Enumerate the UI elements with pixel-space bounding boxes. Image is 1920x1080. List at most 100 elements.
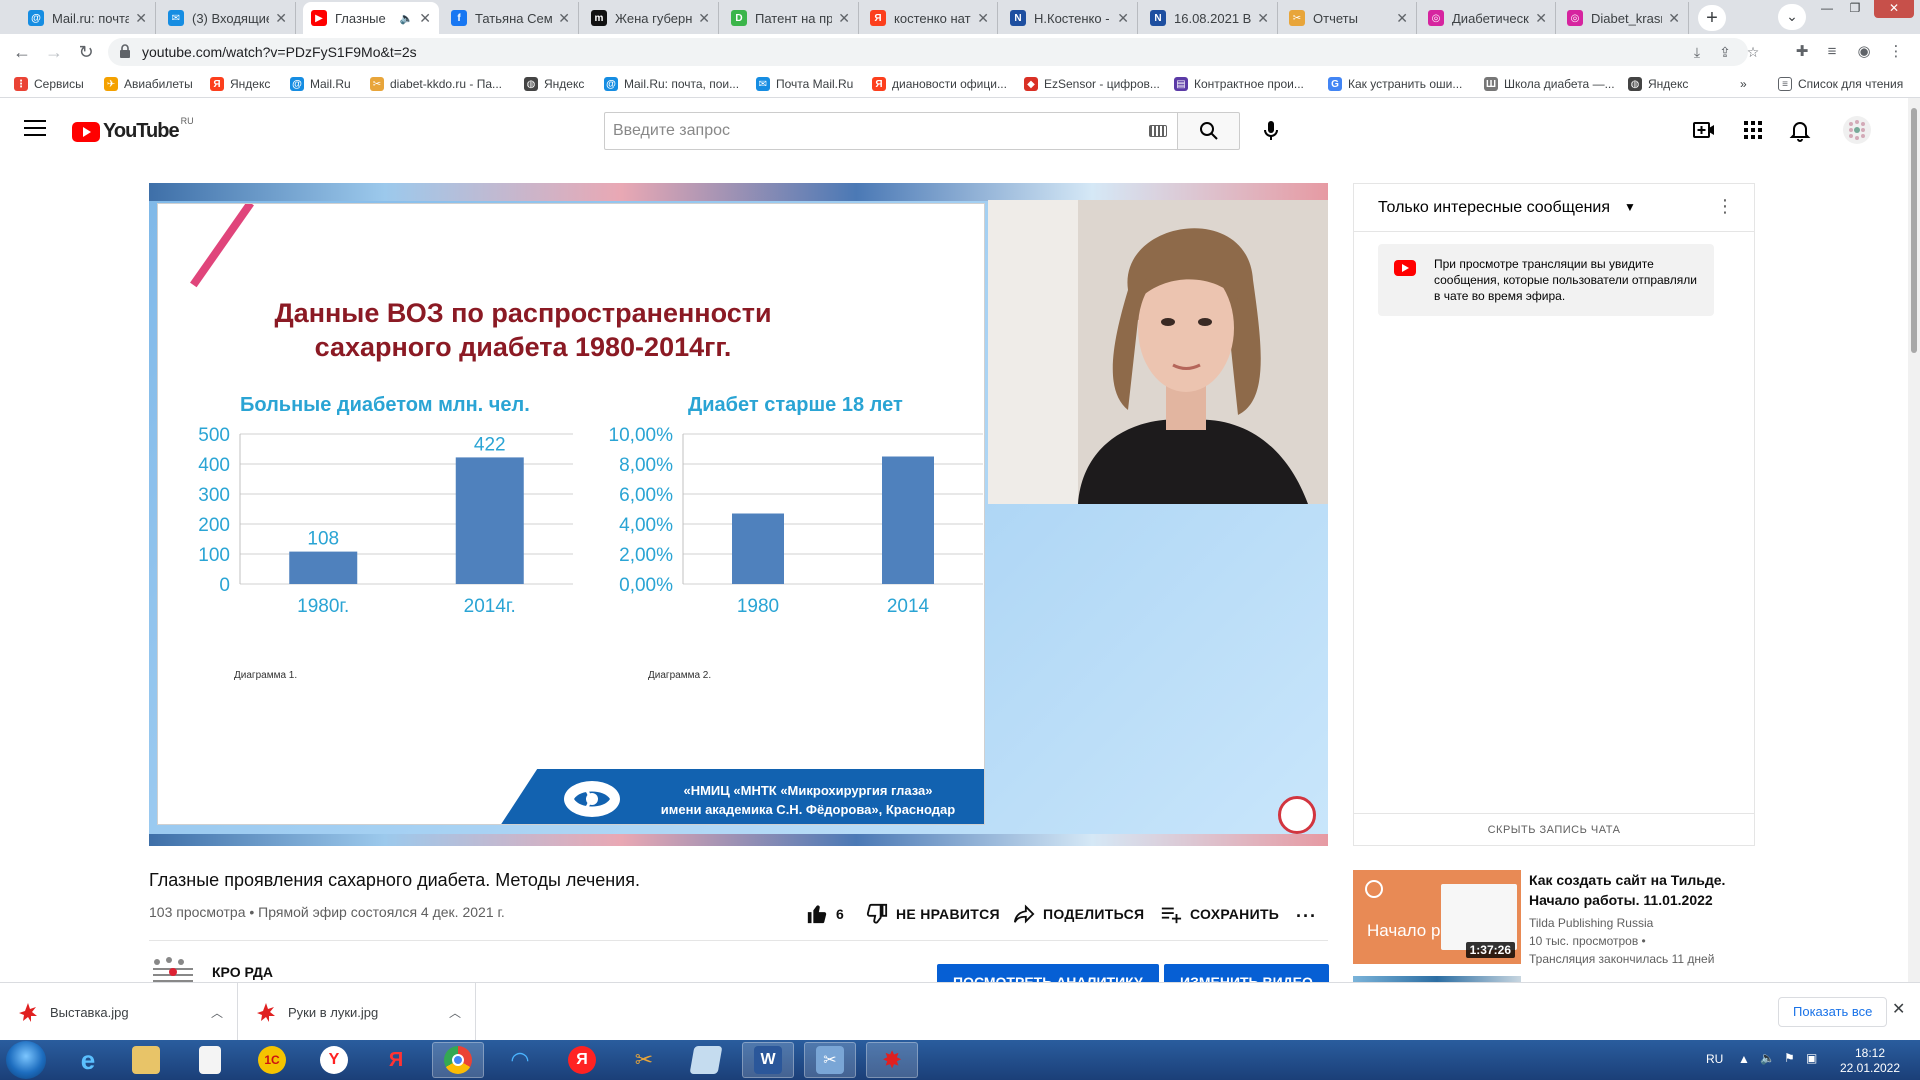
network-icon[interactable]: ▣ xyxy=(1806,1051,1817,1080)
browser-tab[interactable]: N 16.08.2021 В ✕ xyxy=(1142,2,1278,34)
bookmark-star-icon[interactable]: ☆ xyxy=(1742,42,1764,62)
system-clock[interactable]: 18:12 22.01.2022 xyxy=(1838,1046,1902,1076)
share-button[interactable]: ПОДЕЛИТЬСЯ xyxy=(1013,902,1144,926)
install-app-icon[interactable]: ⤓ xyxy=(1686,42,1708,62)
tab-close-icon[interactable]: ✕ xyxy=(135,10,147,27)
bookmark-item[interactable]: ✉ Почта Mail.Ru xyxy=(756,75,853,93)
more-actions-button[interactable]: ··· xyxy=(1296,906,1317,927)
apps-grid-icon[interactable] xyxy=(1741,118,1765,142)
download-item[interactable]: Руки в луки.jpg ︿ xyxy=(238,983,476,1041)
browser-tab[interactable]: ▶ Глазные 🔈 ✕ xyxy=(303,2,439,34)
forward-icon[interactable]: → xyxy=(42,40,66,64)
channel-name[interactable]: КРО РДА xyxy=(212,964,273,980)
tab-close-icon[interactable]: ✕ xyxy=(698,10,710,27)
chat-mode-selector[interactable]: Только интересные сообщения xyxy=(1378,199,1610,217)
tab-search-button[interactable]: ⌄ xyxy=(1778,4,1806,30)
chevron-up-icon[interactable]: ︿ xyxy=(211,1004,223,1021)
search-button[interactable] xyxy=(1177,112,1240,150)
page-scrollbar[interactable] xyxy=(1908,98,1920,982)
bookmark-item[interactable]: @ Mail.Ru: почта, пои... xyxy=(604,75,739,93)
browser-tab[interactable]: ◎ Диабетическ ✕ xyxy=(1420,2,1556,34)
taskbar-yandex-browser[interactable]: Y xyxy=(308,1042,360,1078)
taskbar-yandex[interactable]: Я xyxy=(370,1042,422,1078)
dislike-button[interactable]: НЕ НРАВИТСЯ xyxy=(866,902,1000,926)
like-button[interactable]: 6 xyxy=(806,902,844,926)
bookmark-item[interactable]: Я Яндекс xyxy=(210,75,270,93)
tab-close-icon[interactable]: ✕ xyxy=(275,10,287,27)
flag-icon[interactable]: ⚑ xyxy=(1784,1051,1795,1080)
bookmark-item[interactable]: Ядиановости офици... xyxy=(872,75,1007,93)
taskbar-snipping-tool[interactable]: ✂ xyxy=(804,1042,856,1078)
chevron-up-icon[interactable]: ︿ xyxy=(449,1004,461,1021)
taskbar-explorer[interactable] xyxy=(120,1042,172,1078)
keyboard-icon[interactable] xyxy=(1149,125,1167,137)
minimize-button[interactable]: — xyxy=(1814,0,1840,18)
youtube-logo[interactable]: YouTube RU xyxy=(72,116,194,143)
tab-close-icon[interactable]: ✕ xyxy=(977,10,989,27)
bookmark-item[interactable]: ⋮ Сервисы xyxy=(14,75,84,93)
bookmark-item[interactable]: ▤ Контрактное прои... xyxy=(1174,75,1304,93)
browser-menu-icon[interactable]: ⋮ xyxy=(1884,40,1908,64)
chevron-down-icon[interactable]: ▼ xyxy=(1624,200,1636,214)
taskbar-ie[interactable]: e xyxy=(62,1042,114,1078)
language-indicator[interactable]: RU xyxy=(1706,1052,1723,1080)
notifications-bell-icon[interactable] xyxy=(1788,118,1812,142)
taskbar-chrome[interactable] xyxy=(432,1042,484,1078)
bookmark-item[interactable]: @ Mail.Ru xyxy=(290,75,351,93)
taskbar-app[interactable] xyxy=(680,1042,732,1078)
show-all-downloads-button[interactable]: Показать все xyxy=(1778,997,1888,1027)
url-text[interactable]: youtube.com/watch?v=PDzFyS1F9Mo&t=2s xyxy=(142,44,417,60)
tray-expand-icon[interactable]: ▲ xyxy=(1738,1052,1750,1080)
volume-icon[interactable]: 🔈 xyxy=(1760,1051,1775,1080)
hide-chat-button[interactable]: СКРЫТЬ ЗАПИСЬ ЧАТА xyxy=(1354,813,1754,845)
chat-menu-icon[interactable]: ⋮ xyxy=(1716,196,1734,217)
search-input[interactable] xyxy=(605,113,1125,149)
close-icon[interactable]: ✕ xyxy=(1892,999,1905,1019)
tab-close-icon[interactable]: ✕ xyxy=(1396,10,1408,27)
browser-tab[interactable]: m Жена губерна ✕ xyxy=(583,2,719,34)
recommended-video-thumbnail[interactable]: Начало работы 1:37:26 xyxy=(1353,870,1521,964)
save-button[interactable]: СОХРАНИТЬ xyxy=(1160,902,1279,926)
restore-button[interactable]: ❐ xyxy=(1842,0,1868,18)
taskbar-1c[interactable]: 1С xyxy=(246,1042,298,1078)
menu-icon[interactable] xyxy=(24,120,46,138)
browser-tab[interactable]: Якостенко ната ✕ xyxy=(862,2,998,34)
browser-tab[interactable]: D Патент на пр ✕ xyxy=(723,2,859,34)
bookmark-item[interactable]: ✂ diabet-kkdo.ru - Па... xyxy=(370,75,502,93)
profile-icon[interactable]: ◉ xyxy=(1852,40,1876,64)
taskbar-snipping[interactable]: ✂ xyxy=(618,1042,670,1078)
bookmark-item[interactable]: ◍ Яндекс xyxy=(1628,75,1688,93)
tab-close-icon[interactable]: ✕ xyxy=(419,10,431,27)
browser-tab[interactable]: N Н.Костенко - ✕ xyxy=(1002,2,1138,34)
tab-close-icon[interactable]: ✕ xyxy=(1535,10,1547,27)
tab-audio-icon[interactable]: 🔈 xyxy=(400,12,414,25)
create-video-icon[interactable] xyxy=(1692,118,1716,142)
back-icon[interactable]: ← xyxy=(10,40,34,64)
extensions-icon[interactable]: ✚ xyxy=(1790,40,1814,64)
bookmark-item[interactable]: ✈ Авиабилеты xyxy=(104,75,193,93)
browser-tab[interactable]: ✉ (3) Входящие ✕ xyxy=(160,2,296,34)
share-page-icon[interactable]: ⇪ xyxy=(1714,42,1736,62)
bookmarks-more-button[interactable]: » xyxy=(1740,75,1747,93)
scrollbar-thumb[interactable] xyxy=(1911,108,1917,353)
taskbar-image-viewer[interactable]: ✸ xyxy=(866,1042,918,1078)
close-window-button[interactable]: ✕ xyxy=(1874,0,1914,18)
browser-tab[interactable]: @ Mail.ru: почта ✕ xyxy=(20,2,156,34)
bookmark-item[interactable]: Ш Школа диабета —... xyxy=(1484,75,1615,93)
browser-tab[interactable]: ◎ Diabet_krasno ✕ xyxy=(1559,2,1689,34)
bookmark-item[interactable]: G Как устранить оши... xyxy=(1328,75,1462,93)
taskbar-word[interactable]: W xyxy=(742,1042,794,1078)
tab-close-icon[interactable]: ✕ xyxy=(1257,10,1269,27)
taskbar-yandex-2[interactable]: Я xyxy=(556,1042,608,1078)
bookmark-item[interactable]: ◍ Яндекс xyxy=(524,75,584,93)
browser-tab[interactable]: ✂ Отчеты ✕ xyxy=(1281,2,1417,34)
reading-list-button[interactable]: ≡ Список для чтения xyxy=(1778,75,1903,93)
account-avatar[interactable] xyxy=(1842,115,1872,145)
reload-icon[interactable]: ↻ xyxy=(74,40,98,64)
taskbar-notepad[interactable] xyxy=(184,1042,236,1078)
new-tab-button[interactable]: + xyxy=(1698,5,1726,31)
voice-search-button[interactable] xyxy=(1252,112,1290,150)
video-player[interactable]: Данные ВОЗ по распространенности сахарно… xyxy=(149,183,1328,846)
taskbar-edge[interactable]: ◠ xyxy=(494,1042,546,1078)
tab-close-icon[interactable]: ✕ xyxy=(558,10,570,27)
